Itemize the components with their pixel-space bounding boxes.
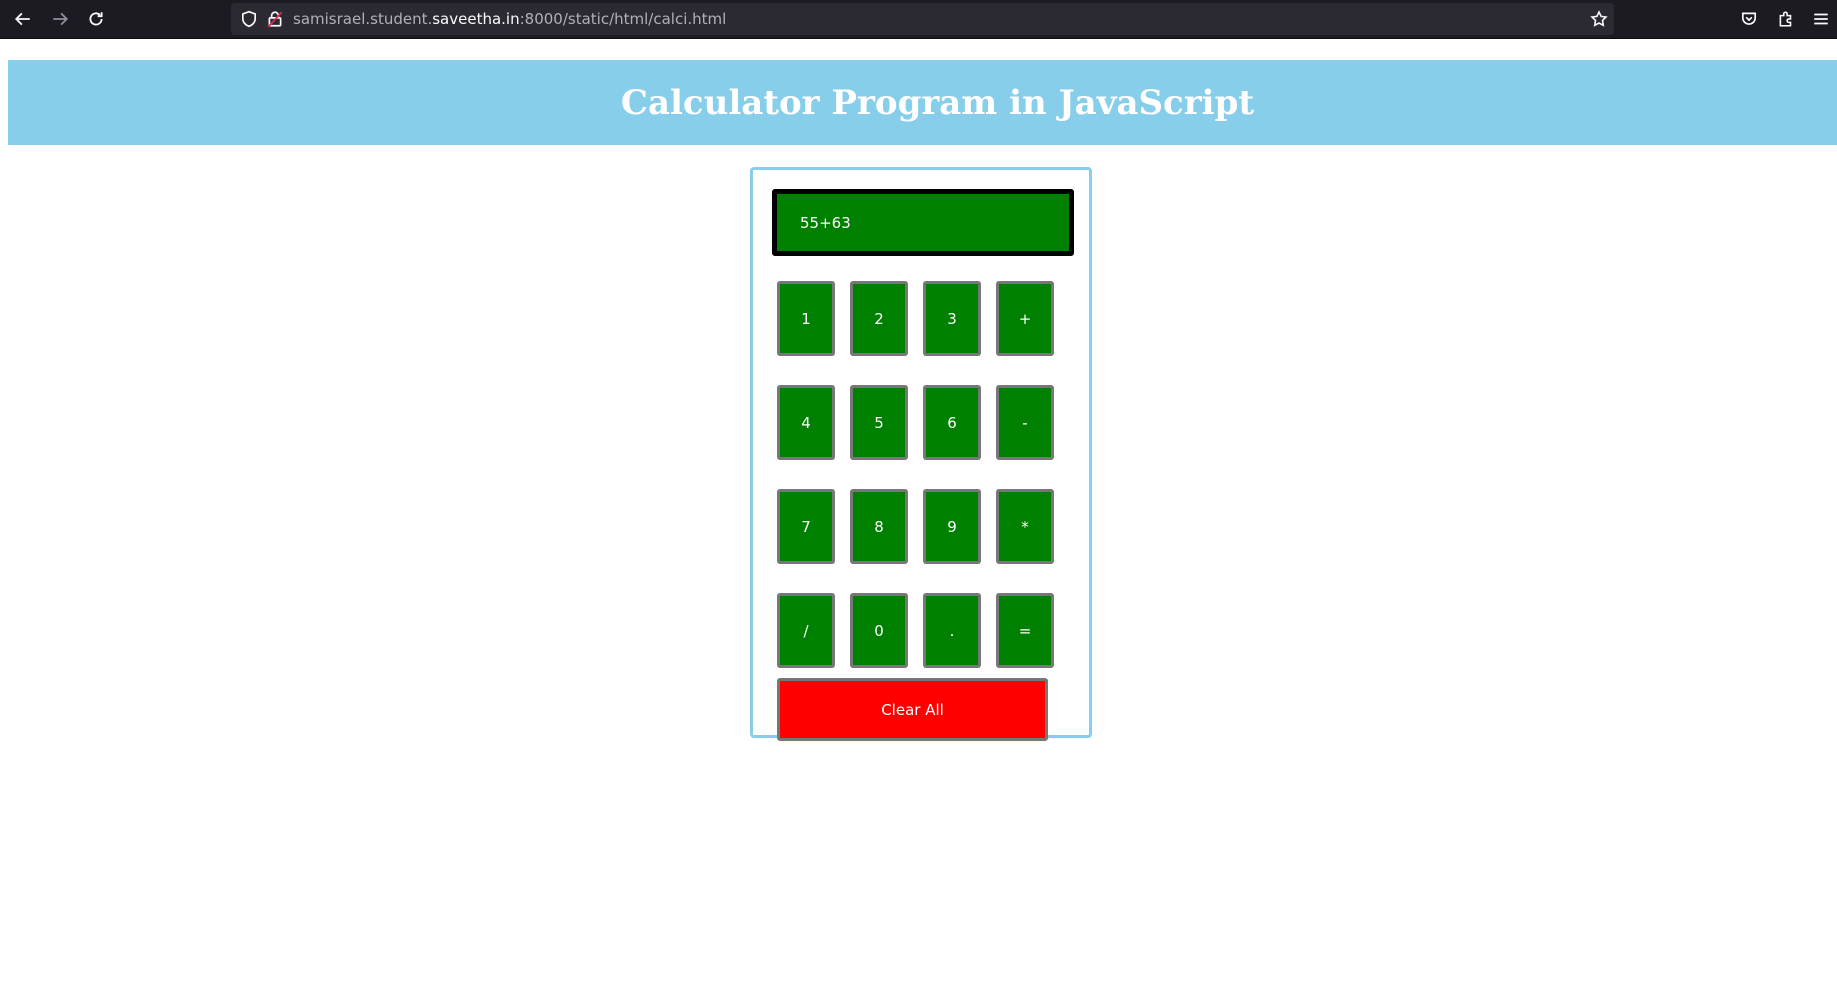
reload-icon[interactable] bbox=[84, 7, 108, 31]
address-bar[interactable]: samisrael.student.saveetha.in:8000/stati… bbox=[231, 3, 1614, 35]
key-equals[interactable]: = bbox=[996, 593, 1054, 668]
page-title: Calculator Program in JavaScript bbox=[620, 82, 1255, 123]
key-multiply[interactable]: * bbox=[996, 489, 1054, 564]
key-3[interactable]: 3 bbox=[923, 281, 981, 356]
key-4[interactable]: 4 bbox=[777, 385, 835, 460]
key-decimal[interactable]: . bbox=[923, 593, 981, 668]
clear-all-button[interactable]: Clear All bbox=[777, 678, 1048, 741]
pocket-icon[interactable] bbox=[1737, 7, 1761, 31]
key-1[interactable]: 1 bbox=[777, 281, 835, 356]
calculator-display[interactable] bbox=[772, 189, 1074, 256]
insecure-lock-icon[interactable] bbox=[263, 7, 287, 31]
bookmark-star-icon[interactable] bbox=[1587, 7, 1611, 31]
key-6[interactable]: 6 bbox=[923, 385, 981, 460]
key-2[interactable]: 2 bbox=[850, 281, 908, 356]
extensions-icon[interactable] bbox=[1774, 7, 1798, 31]
key-7[interactable]: 7 bbox=[777, 489, 835, 564]
url-text[interactable]: samisrael.student.saveetha.in:8000/stati… bbox=[293, 3, 726, 35]
key-divide[interactable]: / bbox=[777, 593, 835, 668]
forward-arrow-icon[interactable] bbox=[48, 7, 72, 31]
browser-toolbar: samisrael.student.saveetha.in:8000/stati… bbox=[0, 0, 1837, 39]
key-plus[interactable]: + bbox=[996, 281, 1054, 356]
key-9[interactable]: 9 bbox=[923, 489, 981, 564]
shield-icon[interactable] bbox=[237, 7, 261, 31]
key-minus[interactable]: - bbox=[996, 385, 1054, 460]
page-header: Calculator Program in JavaScript bbox=[8, 60, 1837, 145]
back-arrow-icon[interactable] bbox=[11, 7, 35, 31]
key-0[interactable]: 0 bbox=[850, 593, 908, 668]
key-8[interactable]: 8 bbox=[850, 489, 908, 564]
key-5[interactable]: 5 bbox=[850, 385, 908, 460]
menu-hamburger-icon[interactable] bbox=[1809, 7, 1833, 31]
